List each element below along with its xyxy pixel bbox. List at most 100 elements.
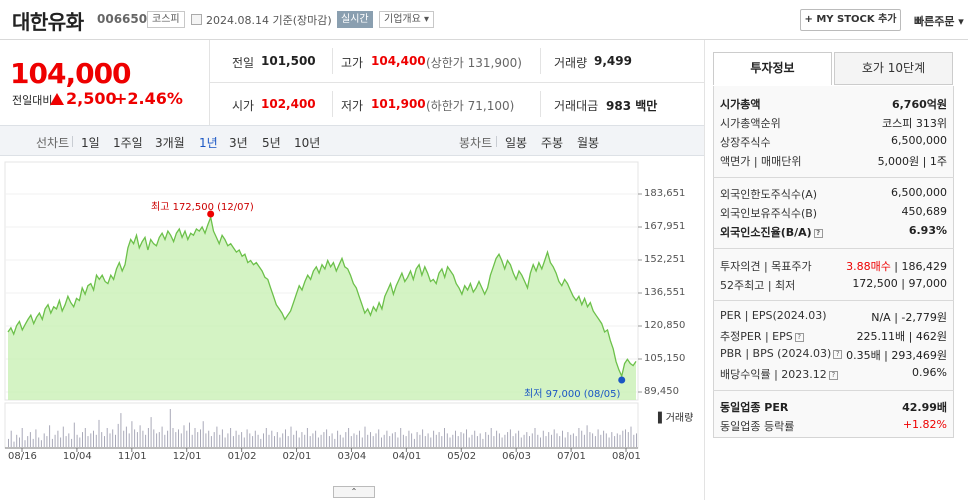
tab-weekly[interactable]: 주봉 [541,134,563,151]
volume-bar [523,434,525,447]
tab-1w[interactable]: 1주일 [113,134,143,151]
chart-tab-bar: 선차트 1일 1주일 3개월 1년 3년 5년 10년 봉차트 일봉 주봉 월봉 [0,125,704,156]
info-row-label: 투자의견 | 목표주가 [720,260,812,273]
volume-bar [271,430,273,447]
quick-order-button[interactable]: 빠른주문 ▾ [914,13,964,29]
tab-3y[interactable]: 3년 [229,134,248,151]
volume-bar [394,432,396,447]
volume-bar [38,437,40,447]
volume-bar [342,437,344,447]
candle-chart-label: 봉차트 [459,136,493,150]
info-row-label: 액면가 | 매매단위 [720,155,802,168]
realtime-badge[interactable]: 실시간 [337,11,373,28]
calendar-icon [191,14,202,25]
volume-bar [295,430,297,447]
volume-bar [120,413,122,447]
help-icon[interactable]: ? [833,349,843,359]
volume-bar [175,432,177,447]
tab-orderbook[interactable]: 호가 10단계 [834,52,953,85]
price-chart[interactable] [0,160,704,485]
volume-bar [172,428,174,447]
volume-bar [68,433,70,447]
volume-bar [627,432,629,447]
volume-bar [359,430,360,447]
volume-bar [213,432,215,447]
tab-invest-info[interactable]: 투자정보 [713,52,832,85]
volume-bar [216,426,218,447]
volume-bar [202,421,204,447]
volume-bar [29,432,31,447]
help-icon[interactable]: ? [813,228,823,238]
tab-5y[interactable]: 5년 [262,134,281,151]
volume-bar [416,432,418,447]
volume-bar [345,432,347,447]
target-price: | 186,429 [890,260,947,273]
volume-bar [43,433,45,447]
volume-bar [93,430,94,447]
volume-bar [246,429,248,447]
volume-bar [427,433,429,447]
volume-bar [625,429,626,447]
help-icon[interactable]: ? [794,332,804,342]
volume-bar [164,434,166,447]
prev-close-label: 전일 [232,56,255,70]
tab-1y[interactable]: 1년 [199,134,218,151]
volume-bar [139,425,141,447]
volume-bar [463,433,465,447]
volume-bar [35,429,37,447]
volume-bar [95,434,97,447]
company-overview-button[interactable]: 기업개요 ▾ [379,11,434,28]
volume-bar [540,437,541,447]
volume-bar [507,432,509,447]
volume-bar [13,441,15,447]
tab-1d[interactable]: 1일 [81,134,100,151]
volume-bar [90,433,92,447]
y-tick-label: 183,651 [644,188,686,199]
help-icon[interactable]: ? [828,370,838,380]
chart-collapse-button[interactable]: ⌃ [333,486,375,498]
info-divider [713,300,954,301]
info-row-label: 상장주식수 [720,136,771,149]
volume-bar [145,434,147,447]
volume-bar [446,433,448,447]
info-row-value: N/A | -2,779원 [871,311,947,324]
volume-bar [548,432,550,447]
volume-bar [109,433,111,447]
open-value: 102,400 [261,97,316,111]
tab-monthly[interactable]: 월봉 [577,134,599,151]
info-row-value: 6,500,000 [891,134,947,147]
volume-bar [619,434,621,447]
volume-bar [589,432,591,447]
volume-bar [117,423,119,447]
volume-bar [287,436,289,447]
x-tick-label: 07/01 [557,451,586,462]
volume-bar [298,437,300,447]
tab-3m[interactable]: 3개월 [155,134,185,151]
volume-bar [562,430,563,447]
volume-bar [468,437,470,447]
volume-bar [49,425,51,447]
volume-bar [413,438,415,447]
tab-daily[interactable]: 일봉 [505,134,527,151]
volume-bar [361,437,363,447]
x-tick-label: 05/02 [447,451,477,462]
volume-bar [501,437,503,447]
add-mystock-button[interactable]: + MY STOCK 추가 [800,9,901,31]
investment-opinion: 3.88매수 [846,260,891,273]
info-row-label: 외국인보유주식수(B) [720,207,818,220]
volume-bar [389,436,391,447]
volume-bar [323,432,325,447]
volume-bar [128,433,130,447]
volume-bar [556,433,558,447]
x-tick-label: 02/01 [282,451,312,462]
volume-bar [422,429,424,447]
volume-bar [123,430,125,447]
volume-bar [433,430,435,447]
low-value: 101,900 [371,97,426,111]
tab-10y[interactable]: 10년 [294,134,320,151]
info-row-value: 6.93% [908,224,947,237]
volume-bar [583,434,585,447]
x-tick-label: 01/02 [227,451,257,462]
line-chart-label: 선차트 [36,136,70,150]
volume-bar [529,436,530,447]
